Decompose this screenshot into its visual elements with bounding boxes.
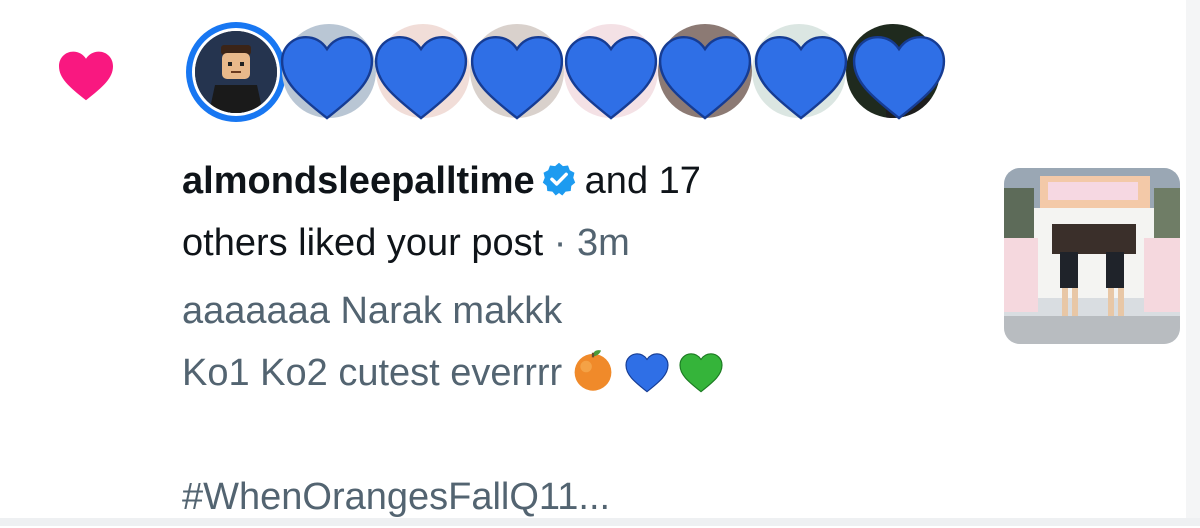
timestamp: 3m [576,222,630,264]
notification-text: almondsleepalltime and 17 others liked y… [182,150,842,274]
post-text-line: Ko1 Ko2 cutest everrrr [182,342,842,404]
username-link[interactable]: almondsleepalltime [182,160,535,202]
post-text-line: aaaaaaa Narak makkk [182,290,563,332]
blue-heart-icon [374,35,468,120]
verified-badge-icon [542,162,575,196]
post-text: Ko1 Ko2 cutest everrrr [182,352,563,394]
divider [0,518,1200,526]
heart-icon [59,51,113,101]
post-preview[interactable]: aaaaaaa Narak makkk Ko1 Ko2 cutest everr… [182,280,842,528]
blue-heart-emoji [625,353,669,393]
blue-heart-icon [470,35,564,120]
orange-emoji [574,350,612,391]
liked-text: others liked your post [182,222,544,264]
user-avatar[interactable] [186,22,286,122]
post-thumbnail[interactable] [1004,168,1180,344]
green-heart-emoji [679,353,723,393]
blue-heart-icon [754,35,848,120]
scrollbar[interactable] [1186,0,1200,526]
separator-dot: · [553,222,567,264]
blue-heart-icon [564,35,658,120]
blue-heart-icon [852,35,946,120]
blue-heart-icon [658,35,752,120]
others-count: and 17 [584,160,701,202]
liker-avatars[interactable] [186,22,966,134]
blue-heart-icon [280,35,374,120]
